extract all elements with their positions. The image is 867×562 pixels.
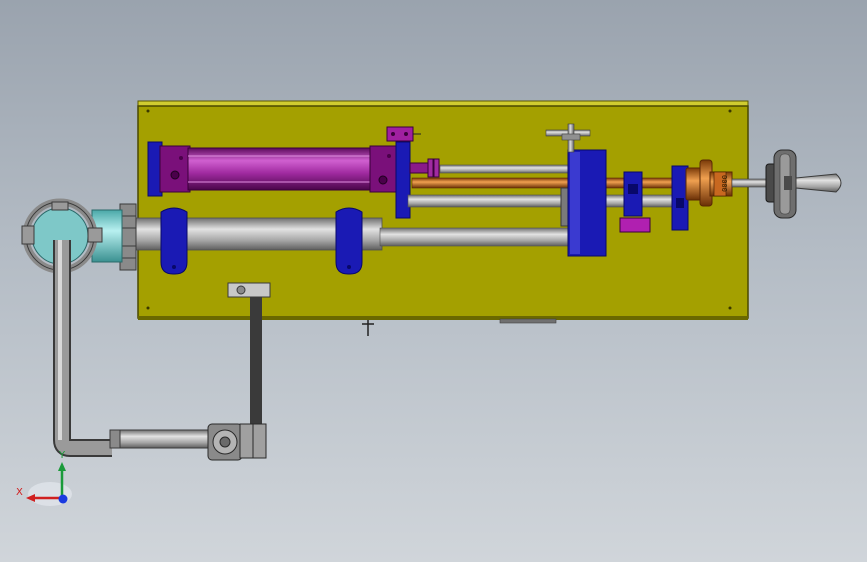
tube-clamp[interactable] (227, 282, 271, 298)
screw-support-bracket[interactable] (623, 171, 643, 217)
counter-display: 0000 (720, 175, 728, 192)
triad-x-label: X (16, 487, 23, 498)
limit-switch[interactable] (619, 217, 651, 233)
handwheel-grip[interactable] (795, 173, 842, 193)
leveling-foot[interactable] (362, 320, 374, 336)
position-counter: 0000 (713, 171, 728, 197)
slider-block[interactable] (560, 149, 607, 257)
handwheel[interactable] (765, 149, 797, 219)
coordinate-triad: X Y (16, 450, 72, 506)
triad-y-label: Y (58, 450, 66, 461)
guide-rod[interactable] (407, 194, 571, 208)
mounting-clamp[interactable] (335, 207, 363, 275)
handwheel-shaft[interactable] (731, 178, 769, 188)
mounting-clamp[interactable] (160, 207, 188, 275)
air-valve[interactable] (207, 423, 267, 461)
cad-graphics-viewport[interactable]: 0000 X Y (0, 0, 867, 562)
